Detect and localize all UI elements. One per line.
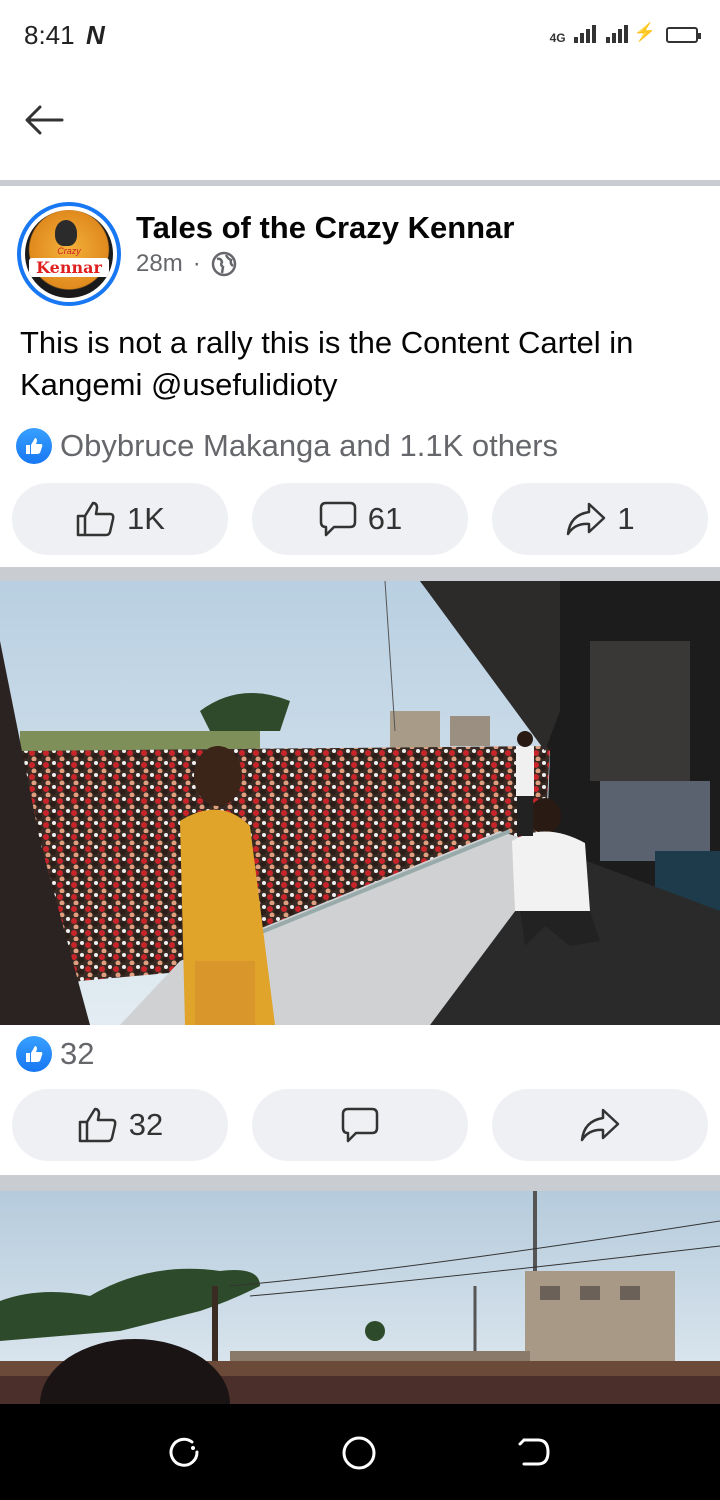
status-time: 8:41 [24,20,75,50]
photo-reactions-summary[interactable]: 32 [16,1036,94,1072]
post-photo[interactable] [0,581,720,1025]
post-photo-2[interactable] [0,1191,720,1404]
divider [0,567,720,581]
home-button[interactable] [340,1434,380,1474]
page-name[interactable]: Tales of the Crazy Kennar [136,210,514,246]
thumbs-up-icon [76,501,115,537]
signal-icon [573,25,596,43]
back-nav-button[interactable] [516,1434,556,1474]
battery-icon [666,27,701,43]
network-type-label: 4G [549,31,566,45]
recent-apps-icon [169,1437,199,1467]
avatar-small-text: Crazy [57,246,81,256]
crowd-photo [0,581,720,1025]
photo-comment-button[interactable] [252,1089,468,1161]
like-count: 1K [127,501,165,536]
photo-action-row: 32 [12,1089,708,1161]
carrier-icon: N [86,20,105,50]
divider [0,1175,720,1191]
reactions-text: Obybruce Makanga and 1.1K others [60,428,559,463]
comment-count: 61 [367,501,403,536]
charging-icon: ⚡ [633,22,656,42]
arrow-left-icon [25,105,64,135]
back-nav-icon [518,1438,550,1466]
post-header: Crazy Kennar Tales of the Crazy Kennar 2… [0,186,720,316]
like-reaction-icon [16,1036,52,1072]
photo-share-button[interactable] [492,1089,708,1161]
photo-reaction-count: 32 [60,1036,95,1071]
post-meta: 28m · [136,250,237,278]
post-time[interactable]: 28m [136,250,183,278]
like-button[interactable]: 1K [12,483,228,555]
thumbs-up-icon [78,1107,117,1143]
top-bar [0,72,720,180]
globe-icon [211,251,236,277]
share-arrow-icon [580,1108,620,1142]
signal-icon-2 [605,25,628,43]
comment-button[interactable]: 61 [252,483,468,555]
system-nav-bar [0,1404,720,1500]
post-text: This is not a rally this is the Content … [20,325,634,402]
street-photo [0,1191,720,1404]
photo-like-button[interactable]: 32 [12,1089,228,1161]
back-button[interactable] [24,102,80,150]
share-arrow-icon [567,502,606,536]
status-bar: 8:41 N 4G ⚡ [0,0,720,72]
home-circle-icon [342,1436,376,1470]
like-reaction-icon [16,428,52,464]
reactions-summary[interactable]: Obybruce Makanga and 1.1K others [16,428,558,464]
photo-like-count: 32 [128,1107,164,1142]
comment-bubble-icon [319,501,356,537]
avatar-logo-text: Kennar [29,258,109,277]
share-button[interactable]: 1 [492,483,708,555]
share-count: 1 [617,501,635,536]
recent-apps-button[interactable] [166,1434,206,1474]
avatar[interactable]: Crazy Kennar [17,202,121,306]
post-action-row: 1K 61 1 [12,483,708,555]
status-icons: 4G ⚡ [549,22,701,45]
meta-separator: · [192,250,201,277]
comment-bubble-icon [341,1107,379,1143]
